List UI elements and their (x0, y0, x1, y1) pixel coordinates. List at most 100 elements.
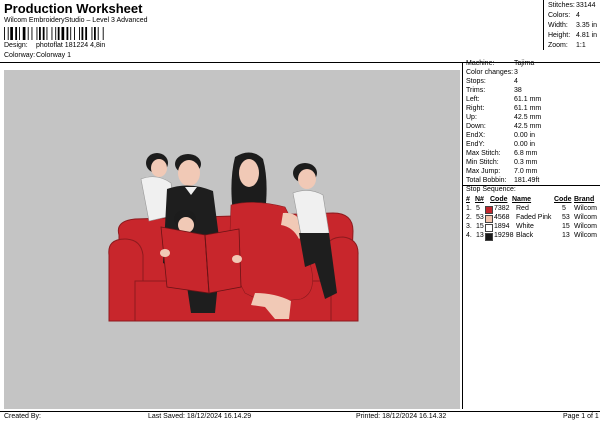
barcode (4, 27, 104, 40)
stats-height-label: Height: (548, 32, 571, 39)
row-name: White (516, 223, 534, 230)
hand-right (232, 255, 242, 263)
footer-divider (0, 411, 600, 412)
col-name: Name (512, 196, 532, 203)
table-row: 3. 15 1894 White 15 Wilcom (466, 223, 598, 232)
spec-value: 42.5 mm (514, 123, 542, 130)
printed-date: Printed: 18/12/2024 16.14.32 (356, 413, 447, 420)
spec-label: Color changes: (466, 69, 514, 76)
row-name: Red (516, 205, 529, 212)
row-needle: 13 (476, 232, 484, 239)
row-index: 2. (466, 214, 472, 221)
created-by: Created By: (4, 413, 41, 420)
stats-divider (543, 0, 544, 50)
father-face (178, 160, 200, 186)
spec-label: Left: (466, 96, 480, 103)
stats-zoom-label: Zoom: (548, 42, 568, 49)
spec-label: Max Jump: (466, 168, 501, 175)
col-index: # (466, 196, 470, 203)
spec-value: 7.0 mm (514, 168, 538, 175)
stats-stitches-value: 33144 (576, 2, 596, 9)
child-left-face (151, 159, 167, 177)
stats-height-value: 4.81 in (576, 32, 598, 39)
page-title: Production Worksheet (4, 1, 143, 16)
color-swatch (485, 233, 493, 241)
spec-label: Trims: (466, 87, 486, 94)
design-preview (4, 70, 460, 409)
table-row: 2. 53 4568 Faded Pink 53 Wilcom (466, 214, 598, 223)
hand-left (160, 249, 170, 257)
spec-value: 61.1 mm (514, 105, 542, 112)
embroidery-artwork (108, 152, 359, 322)
row-stitches: 7382 (494, 205, 510, 212)
row-code: 5 (562, 205, 566, 212)
row-code: 15 (562, 223, 570, 230)
spec-label: Total Bobbin: (466, 177, 507, 184)
row-needle: 15 (476, 223, 484, 230)
row-brand: Wilcom (574, 232, 597, 239)
row-index: 4. (466, 232, 472, 239)
stats-width-value: 3.35 in (576, 22, 598, 29)
stop-sequence-header: # N# Code Name Code Brand (466, 196, 598, 205)
row-brand: Wilcom (574, 205, 597, 212)
row-name: Black (516, 232, 534, 239)
spec-value: 61.1 mm (514, 96, 542, 103)
row-brand: Wilcom (574, 223, 597, 230)
stats-width-label: Width: (548, 22, 568, 29)
spec-label: EndX: (466, 132, 486, 139)
stats-zoom-value: 1:1 (576, 42, 586, 49)
col-needle: N# (475, 196, 484, 203)
col-code: Code (490, 196, 508, 203)
child-right-face (298, 169, 316, 189)
row-stitches: 4568 (494, 214, 510, 221)
row-index: 3. (466, 223, 472, 230)
spec-label: Min Stitch: (466, 159, 499, 166)
row-code: 13 (562, 232, 570, 239)
row-index: 1. (466, 205, 472, 212)
table-row: 4. 13 19298 Black 13 Wilcom (466, 232, 598, 241)
spec-value: 0.00 in (514, 132, 536, 139)
spec-label: Right: (466, 105, 485, 112)
spec-value: 38 (514, 87, 522, 94)
stats-colors-value: 4 (576, 12, 580, 19)
spec-value: 42.5 mm (514, 114, 542, 121)
design-value: photoflat 181224 4,8in (36, 42, 106, 49)
open-book (160, 226, 210, 294)
stop-sequence-title: Stop Sequence: (466, 186, 516, 193)
spec-value: 3 (514, 69, 518, 76)
row-stitches: 19298 (494, 232, 514, 239)
spec-value: 0.00 in (514, 141, 536, 148)
last-saved: Last Saved: 18/12/2024 16.14.29 (148, 413, 252, 420)
spec-value: Tajima (514, 60, 535, 67)
spec-value: 181.49ft (514, 177, 540, 184)
spec-value: 6.8 mm (514, 150, 538, 157)
stop-sequence-table: # N# Code Name Code Brand 1. 5 7382 Red 5 Wil… (466, 196, 598, 241)
row-name: Faded Pink (516, 214, 552, 221)
spec-label: EndY: (466, 141, 485, 148)
colorway-label: Colorway: (4, 52, 36, 59)
page-number: Page 1 of 1 (563, 413, 599, 420)
row-stitches: 1894 (494, 223, 510, 230)
col-brand: Brand (574, 196, 595, 203)
spec-value: 0.3 mm (514, 159, 538, 166)
spec-label: Max Stitch: (466, 150, 501, 157)
stats-stitches-label: Stitches: (548, 2, 575, 9)
color-swatch (485, 215, 493, 223)
color-swatch (485, 206, 493, 214)
panel-divider (462, 62, 463, 409)
design-label: Design: (4, 42, 28, 49)
spec-label: Up: (466, 114, 477, 121)
spec-label: Stops: (466, 78, 486, 85)
spec-label: Down: (466, 123, 486, 130)
colorway-value: Colorway 1 (36, 52, 72, 59)
row-needle: 5 (476, 205, 480, 212)
row-code: 53 (562, 214, 570, 221)
row-needle: 53 (476, 214, 484, 221)
header-divider (0, 62, 600, 63)
spec-value: 4 (514, 78, 518, 85)
spec-label: Machine: (466, 60, 495, 67)
col-code-2: Code (554, 196, 572, 203)
table-row: 1. 5 7382 Red 5 Wilcom (466, 205, 598, 214)
mother-face (239, 159, 259, 187)
software-subtitle: Wilcom EmbroideryStudio – Level 3 Advanc… (4, 17, 148, 24)
